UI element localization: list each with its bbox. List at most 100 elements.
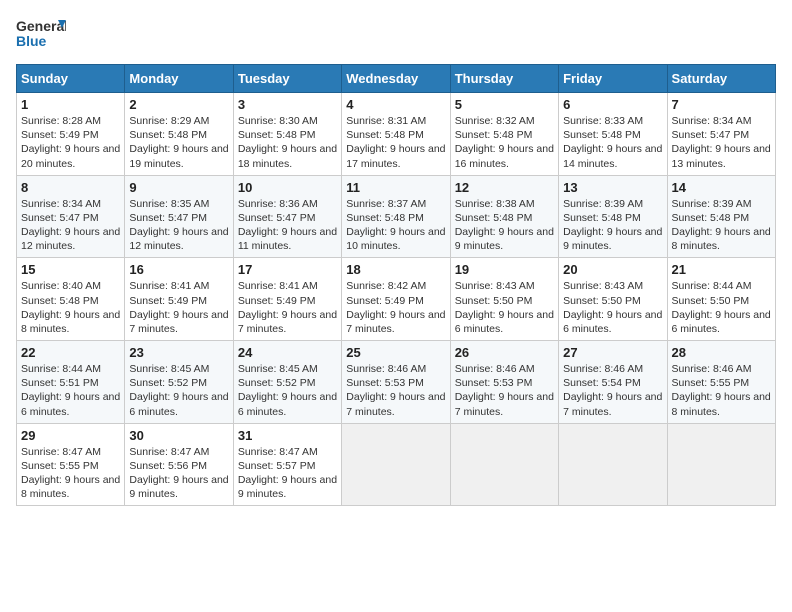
day-number: 29 (21, 428, 120, 443)
day-number: 18 (346, 262, 445, 277)
calendar-cell (342, 423, 450, 506)
page-header: General Blue (16, 16, 776, 56)
calendar-cell (450, 423, 558, 506)
calendar-cell: 29 Sunrise: 8:47 AM Sunset: 5:55 PM Dayli… (17, 423, 125, 506)
day-number: 9 (129, 180, 228, 195)
calendar-cell: 3 Sunrise: 8:30 AM Sunset: 5:48 PM Daylig… (233, 93, 341, 176)
calendar-cell (667, 423, 775, 506)
day-number: 14 (672, 180, 771, 195)
calendar-cell: 7 Sunrise: 8:34 AM Sunset: 5:47 PM Daylig… (667, 93, 775, 176)
day-info: Sunrise: 8:47 AM Sunset: 5:57 PM Dayligh… (238, 445, 337, 502)
calendar-header-row: SundayMondayTuesdayWednesdayThursdayFrid… (17, 65, 776, 93)
day-info: Sunrise: 8:46 AM Sunset: 5:53 PM Dayligh… (346, 362, 445, 419)
calendar-cell: 1 Sunrise: 8:28 AM Sunset: 5:49 PM Daylig… (17, 93, 125, 176)
calendar-cell: 30 Sunrise: 8:47 AM Sunset: 5:56 PM Dayli… (125, 423, 233, 506)
calendar-cell: 13 Sunrise: 8:39 AM Sunset: 5:48 PM Dayli… (559, 175, 667, 258)
day-info: Sunrise: 8:30 AM Sunset: 5:48 PM Dayligh… (238, 114, 337, 171)
header-wednesday: Wednesday (342, 65, 450, 93)
calendar-week-row: 22 Sunrise: 8:44 AM Sunset: 5:51 PM Dayli… (17, 341, 776, 424)
day-info: Sunrise: 8:41 AM Sunset: 5:49 PM Dayligh… (129, 279, 228, 336)
day-number: 19 (455, 262, 554, 277)
day-number: 13 (563, 180, 662, 195)
calendar-cell: 11 Sunrise: 8:37 AM Sunset: 5:48 PM Dayli… (342, 175, 450, 258)
header-monday: Monday (125, 65, 233, 93)
calendar-cell: 15 Sunrise: 8:40 AM Sunset: 5:48 PM Dayli… (17, 258, 125, 341)
calendar-cell: 24 Sunrise: 8:45 AM Sunset: 5:52 PM Dayli… (233, 341, 341, 424)
calendar-cell: 20 Sunrise: 8:43 AM Sunset: 5:50 PM Dayli… (559, 258, 667, 341)
calendar-cell: 4 Sunrise: 8:31 AM Sunset: 5:48 PM Daylig… (342, 93, 450, 176)
day-number: 10 (238, 180, 337, 195)
day-info: Sunrise: 8:32 AM Sunset: 5:48 PM Dayligh… (455, 114, 554, 171)
day-number: 21 (672, 262, 771, 277)
calendar-cell: 25 Sunrise: 8:46 AM Sunset: 5:53 PM Dayli… (342, 341, 450, 424)
header-friday: Friday (559, 65, 667, 93)
calendar-cell: 18 Sunrise: 8:42 AM Sunset: 5:49 PM Dayli… (342, 258, 450, 341)
day-number: 25 (346, 345, 445, 360)
day-info: Sunrise: 8:46 AM Sunset: 5:55 PM Dayligh… (672, 362, 771, 419)
day-info: Sunrise: 8:45 AM Sunset: 5:52 PM Dayligh… (129, 362, 228, 419)
day-info: Sunrise: 8:46 AM Sunset: 5:54 PM Dayligh… (563, 362, 662, 419)
day-number: 7 (672, 97, 771, 112)
day-info: Sunrise: 8:31 AM Sunset: 5:48 PM Dayligh… (346, 114, 445, 171)
day-number: 1 (21, 97, 120, 112)
calendar-cell: 14 Sunrise: 8:39 AM Sunset: 5:48 PM Dayli… (667, 175, 775, 258)
day-info: Sunrise: 8:43 AM Sunset: 5:50 PM Dayligh… (455, 279, 554, 336)
day-number: 23 (129, 345, 228, 360)
day-number: 4 (346, 97, 445, 112)
day-info: Sunrise: 8:45 AM Sunset: 5:52 PM Dayligh… (238, 362, 337, 419)
day-number: 27 (563, 345, 662, 360)
calendar-week-row: 15 Sunrise: 8:40 AM Sunset: 5:48 PM Dayli… (17, 258, 776, 341)
calendar-cell: 2 Sunrise: 8:29 AM Sunset: 5:48 PM Daylig… (125, 93, 233, 176)
day-number: 30 (129, 428, 228, 443)
calendar-cell: 5Sunrise: 8:32 AM Sunset: 5:48 PM Daylig… (450, 93, 558, 176)
day-number: 8 (21, 180, 120, 195)
day-number: 11 (346, 180, 445, 195)
day-info: Sunrise: 8:44 AM Sunset: 5:51 PM Dayligh… (21, 362, 120, 419)
day-info: Sunrise: 8:28 AM Sunset: 5:49 PM Dayligh… (21, 114, 120, 171)
day-number: 2 (129, 97, 228, 112)
calendar-cell (559, 423, 667, 506)
calendar-cell: 12 Sunrise: 8:38 AM Sunset: 5:48 PM Dayli… (450, 175, 558, 258)
header-sunday: Sunday (17, 65, 125, 93)
calendar-cell: 31Sunrise: 8:47 AM Sunset: 5:57 PM Dayli… (233, 423, 341, 506)
day-info: Sunrise: 8:33 AM Sunset: 5:48 PM Dayligh… (563, 114, 662, 171)
day-info: Sunrise: 8:42 AM Sunset: 5:49 PM Dayligh… (346, 279, 445, 336)
calendar-cell: 21 Sunrise: 8:44 AM Sunset: 5:50 PM Dayli… (667, 258, 775, 341)
header-saturday: Saturday (667, 65, 775, 93)
day-number: 17 (238, 262, 337, 277)
day-info: Sunrise: 8:34 AM Sunset: 5:47 PM Dayligh… (672, 114, 771, 171)
day-number: 16 (129, 262, 228, 277)
day-number: 20 (563, 262, 662, 277)
day-number: 3 (238, 97, 337, 112)
day-info: Sunrise: 8:39 AM Sunset: 5:48 PM Dayligh… (563, 197, 662, 254)
day-info: Sunrise: 8:35 AM Sunset: 5:47 PM Dayligh… (129, 197, 228, 254)
day-info: Sunrise: 8:47 AM Sunset: 5:56 PM Dayligh… (129, 445, 228, 502)
day-number: 6 (563, 97, 662, 112)
svg-text:Blue: Blue (16, 33, 47, 49)
calendar-cell: 27 Sunrise: 8:46 AM Sunset: 5:54 PM Dayli… (559, 341, 667, 424)
calendar-cell: 28 Sunrise: 8:46 AM Sunset: 5:55 PM Dayli… (667, 341, 775, 424)
day-info: Sunrise: 8:43 AM Sunset: 5:50 PM Dayligh… (563, 279, 662, 336)
day-number: 12 (455, 180, 554, 195)
day-number: 22 (21, 345, 120, 360)
calendar-week-row: 1 Sunrise: 8:28 AM Sunset: 5:49 PM Daylig… (17, 93, 776, 176)
calendar-cell: 19 Sunrise: 8:43 AM Sunset: 5:50 PM Dayli… (450, 258, 558, 341)
day-info: Sunrise: 8:44 AM Sunset: 5:50 PM Dayligh… (672, 279, 771, 336)
day-number: 28 (672, 345, 771, 360)
day-info: Sunrise: 8:40 AM Sunset: 5:48 PM Dayligh… (21, 279, 120, 336)
day-number: 15 (21, 262, 120, 277)
day-info: Sunrise: 8:39 AM Sunset: 5:48 PM Dayligh… (672, 197, 771, 254)
day-info: Sunrise: 8:37 AM Sunset: 5:48 PM Dayligh… (346, 197, 445, 254)
calendar-cell: 26Sunrise: 8:46 AM Sunset: 5:53 PM Dayli… (450, 341, 558, 424)
day-info: Sunrise: 8:47 AM Sunset: 5:55 PM Dayligh… (21, 445, 120, 502)
day-number: 24 (238, 345, 337, 360)
day-info: Sunrise: 8:38 AM Sunset: 5:48 PM Dayligh… (455, 197, 554, 254)
calendar-cell: 10Sunrise: 8:36 AM Sunset: 5:47 PM Dayli… (233, 175, 341, 258)
header-thursday: Thursday (450, 65, 558, 93)
day-info: Sunrise: 8:29 AM Sunset: 5:48 PM Dayligh… (129, 114, 228, 171)
calendar-cell: 23 Sunrise: 8:45 AM Sunset: 5:52 PM Dayli… (125, 341, 233, 424)
header-tuesday: Tuesday (233, 65, 341, 93)
logo-svg: General Blue (16, 16, 66, 56)
calendar-week-row: 29 Sunrise: 8:47 AM Sunset: 5:55 PM Dayli… (17, 423, 776, 506)
calendar-cell: 16 Sunrise: 8:41 AM Sunset: 5:49 PM Dayli… (125, 258, 233, 341)
